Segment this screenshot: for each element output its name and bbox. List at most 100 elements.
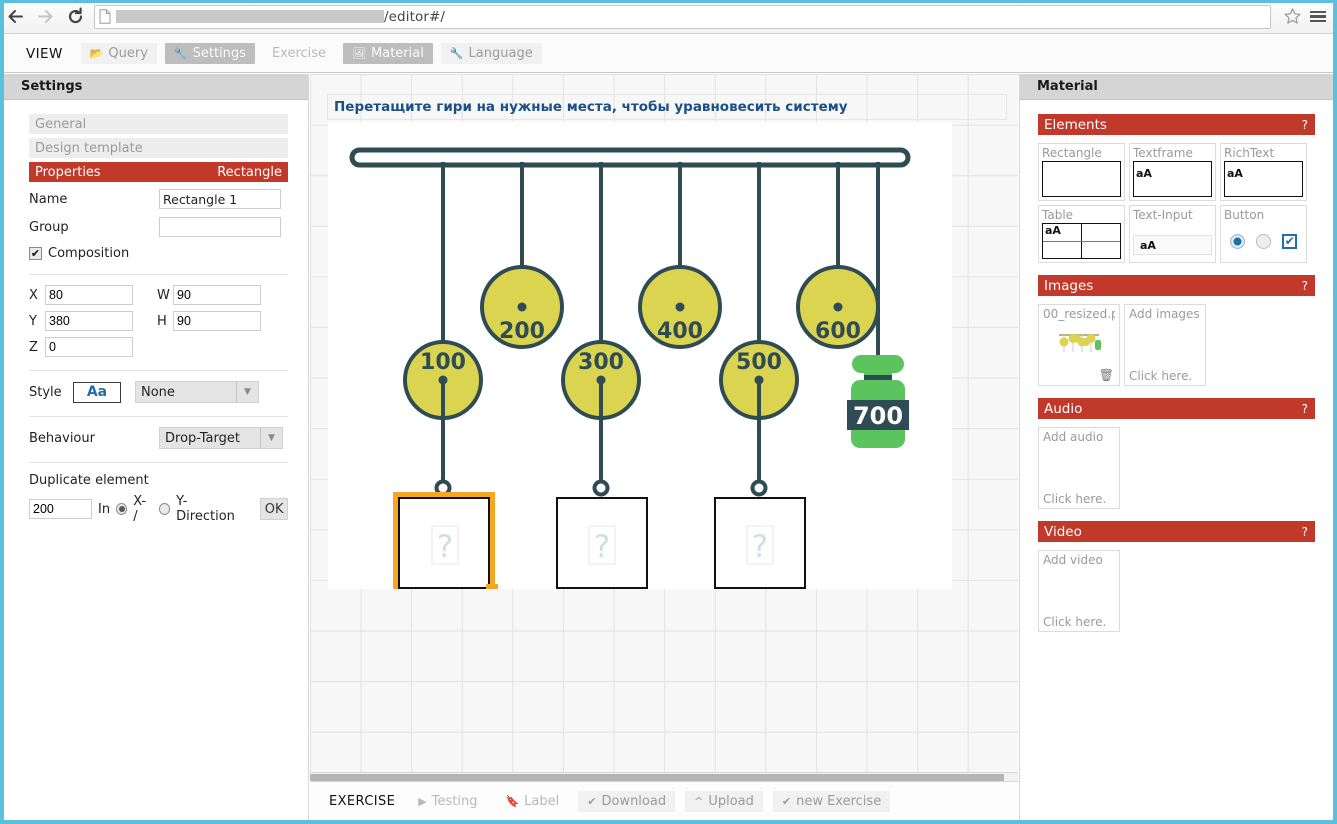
duplicate-y-label: Y-Direction	[176, 494, 235, 524]
delete-image-icon[interactable]: 🗑	[1099, 368, 1114, 382]
name-row: Name	[29, 186, 288, 212]
weight-group[interactable]: 200 400 600 100 300 500	[403, 265, 880, 420]
address-bar[interactable]: /editor#/	[94, 4, 1271, 29]
testing-button[interactable]: ▶ Testing	[409, 791, 486, 812]
tab-material[interactable]: 🖼 Material	[343, 43, 433, 64]
w-input[interactable]	[173, 285, 261, 305]
style-swatch-button[interactable]: Aa	[73, 381, 121, 403]
tab-settings[interactable]: 🔧 Settings	[164, 43, 255, 64]
weight-700-green[interactable]: 700	[847, 355, 909, 448]
drop-targets[interactable]: ? ? ?	[393, 492, 806, 594]
group-input[interactable]	[159, 217, 281, 237]
h-input[interactable]	[173, 311, 261, 331]
element-tile-table-sample: aA	[1043, 224, 1082, 241]
element-tile-text-input[interactable]: Text-Input aA	[1129, 205, 1216, 263]
exercise-toolbar: EXERCISE ▶ Testing 🔖 Label ✔ Download ^ …	[310, 781, 1018, 820]
x-input[interactable]	[45, 285, 133, 305]
duplicate-y-radio[interactable]	[158, 503, 171, 515]
y-row: Y	[29, 311, 133, 331]
element-tile-textframe-sample: aA	[1136, 167, 1152, 180]
image-tile-00-resized[interactable]: 00_resized.p 🗑	[1038, 304, 1120, 386]
y-input[interactable]	[45, 311, 133, 331]
caret-up-icon: ^	[694, 794, 704, 808]
add-images-tile[interactable]: Add images Click here.	[1124, 304, 1206, 386]
name-input[interactable]	[159, 189, 281, 209]
prompt-textframe[interactable]: Перетащите гири на нужные места, чтобы у…	[327, 94, 1007, 120]
label-button[interactable]: 🔖 Label	[496, 791, 568, 812]
reload-button[interactable]	[60, 2, 90, 32]
weight-300-label: 300	[578, 350, 624, 375]
weight-200-pivot	[517, 302, 527, 312]
browser-chrome: /editor#/	[0, 0, 1337, 34]
settings-section-design-template[interactable]: Design template	[29, 138, 288, 158]
settings-section-general[interactable]: General	[29, 114, 288, 134]
element-tile-button-label: Button	[1224, 208, 1265, 222]
z-input[interactable]	[45, 337, 133, 357]
settings-title: Settings	[4, 74, 308, 100]
behaviour-dropdown[interactable]: Drop-Target ▼	[159, 427, 283, 449]
element-tile-button[interactable]: Button ✔	[1220, 205, 1307, 263]
canvas-scrollbar-thumb[interactable]	[310, 774, 1004, 781]
material-section-elements[interactable]: Elements ?	[1038, 114, 1315, 135]
settings-section-properties-label: Properties	[35, 164, 101, 180]
style-dropdown[interactable]: None ▼	[135, 381, 259, 403]
material-section-audio[interactable]: Audio ?	[1038, 398, 1315, 419]
add-images-hint: Click here.	[1129, 369, 1193, 383]
composition-row: ✔ Composition	[29, 246, 288, 261]
duplicate-ok-button[interactable]: OK	[260, 498, 289, 520]
canvas-horizontal-scrollbar[interactable]	[310, 772, 1018, 781]
label-button-label: Label	[524, 793, 560, 809]
element-tile-text-input-label: Text-Input	[1133, 208, 1193, 222]
element-tile-table[interactable]: Table aA	[1038, 205, 1125, 263]
tab-query[interactable]: 📂 Query	[80, 43, 157, 64]
forward-button[interactable]	[30, 2, 60, 32]
add-video-label: Add video	[1043, 553, 1103, 567]
element-tile-rectangle-label: Rectangle	[1042, 146, 1102, 160]
duplicate-x-radio[interactable]	[116, 503, 128, 515]
material-section-video[interactable]: Video ?	[1038, 521, 1315, 542]
add-video-hint: Click here.	[1043, 615, 1107, 629]
duplicate-count-input[interactable]	[29, 499, 92, 519]
add-video-tile[interactable]: Add video Click here.	[1038, 550, 1120, 632]
tab-exercise[interactable]: Exercise	[263, 43, 335, 64]
settings-section-properties[interactable]: Properties Rectangle	[29, 162, 288, 182]
help-icon[interactable]: ?	[1302, 402, 1308, 416]
upload-button[interactable]: ^ Upload	[685, 790, 763, 812]
element-tile-textframe[interactable]: Textframe aA	[1129, 143, 1216, 201]
material-section-images[interactable]: Images ?	[1038, 275, 1315, 296]
element-tile-rectangle[interactable]: Rectangle	[1038, 143, 1125, 201]
add-audio-hint: Click here.	[1043, 492, 1107, 506]
drop-target-3-placeholder: ?	[752, 529, 768, 565]
settings-panel: Settings General Design template Propert…	[4, 74, 309, 820]
new-exercise-button[interactable]: ✔ new Exercise	[772, 790, 891, 812]
composition-checkbox[interactable]: ✔	[29, 247, 42, 260]
element-tile-richtext[interactable]: RichText aA	[1220, 143, 1307, 201]
help-icon[interactable]: ?	[1302, 118, 1308, 132]
hamburger-menu-icon	[1310, 9, 1326, 25]
audio-tile-row: Add audio Click here.	[1038, 427, 1315, 509]
duplicate-title: Duplicate element	[29, 473, 149, 488]
editor-canvas[interactable]: Перетащите гири на нужные места, чтобы у…	[310, 74, 1018, 780]
tab-language[interactable]: 🔧 Language	[440, 43, 542, 64]
element-tile-textframe-label: Textframe	[1133, 146, 1193, 160]
help-icon[interactable]: ?	[1302, 279, 1308, 293]
help-icon[interactable]: ?	[1302, 525, 1308, 539]
wrench-icon: 🔧	[173, 47, 188, 60]
w-row: W	[157, 285, 261, 305]
divider-4	[29, 462, 288, 463]
add-audio-label: Add audio	[1043, 430, 1104, 444]
download-button[interactable]: ✔ Download	[578, 790, 676, 812]
arrow-right-icon	[37, 10, 52, 23]
x-row: X	[29, 285, 133, 305]
drop-target-1-resize-handle[interactable]	[486, 584, 498, 594]
back-button[interactable]	[0, 2, 30, 32]
browser-menu-button[interactable]	[1305, 2, 1331, 32]
tab-query-label: Query	[108, 46, 148, 61]
exercise-stage[interactable]: 200 400 600 100 300 500 700 ? ? ?	[328, 122, 952, 594]
element-tile-richtext-sample: aA	[1227, 167, 1243, 180]
download-button-label: Download	[601, 793, 667, 809]
weight-500-label: 500	[736, 350, 782, 375]
bookmark-button[interactable]	[1279, 4, 1305, 30]
add-audio-tile[interactable]: Add audio Click here.	[1038, 427, 1120, 509]
material-section-video-label: Video	[1044, 523, 1082, 540]
